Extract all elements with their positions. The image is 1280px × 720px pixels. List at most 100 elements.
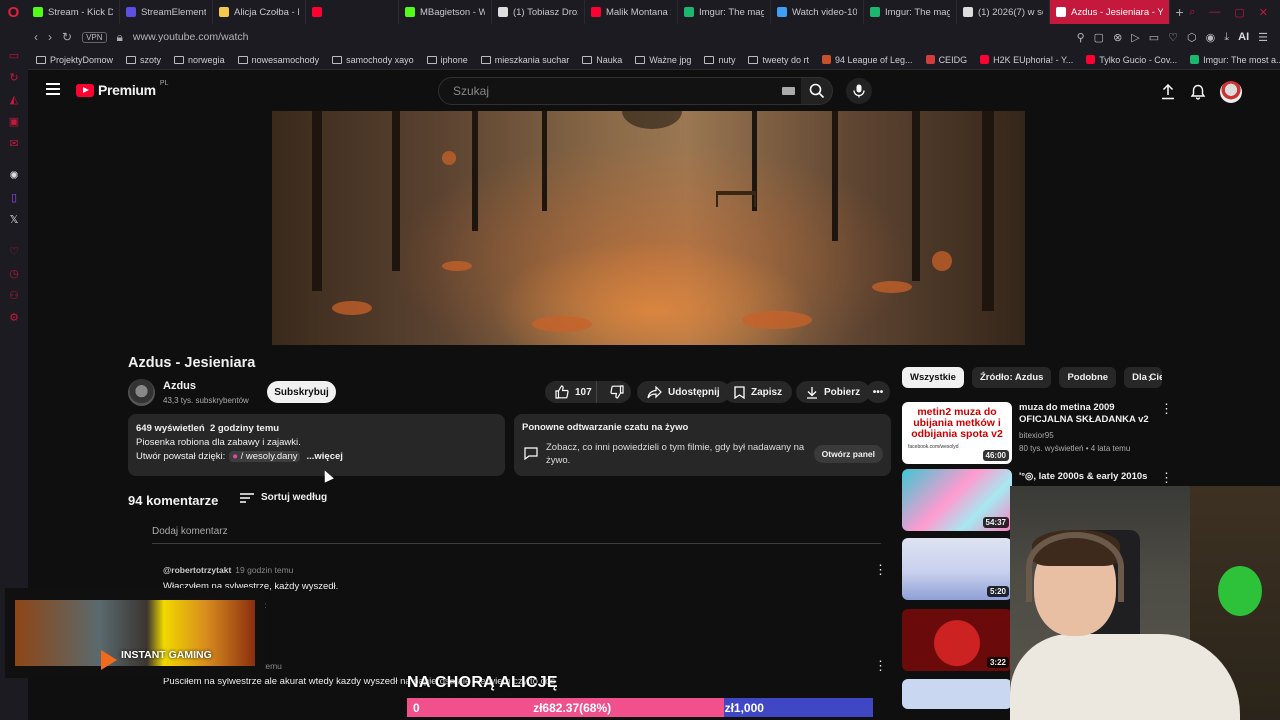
bookmark-item[interactable]: Tylko Gucio - Cov... [1086,55,1177,65]
x-icon[interactable]: 𝕏 [7,212,21,226]
bookmark-item[interactable]: szoty [126,55,161,65]
account-avatar[interactable] [1220,81,1242,103]
recommendation-title[interactable]: muza do metina 2009 OFICJALNA SKŁADANKA … [1019,402,1154,426]
recommendation-menu-icon[interactable]: ⋮ [1160,402,1173,415]
voice-search-button[interactable] [846,78,872,104]
open-panel-button[interactable]: Otwórz panel [813,445,883,463]
download-icon[interactable]: ⤓ [1224,31,1229,44]
bookmark-item[interactable]: mieszkania suchar [480,55,569,65]
recommendation-thumbnail[interactable]: 54:37 [902,469,1012,531]
box-icon[interactable]: ⬡ [1187,31,1197,44]
messenger-icon[interactable]: ▭ [7,48,21,62]
search-button[interactable] [801,77,833,105]
description-box[interactable]: 649 wyświetleń 2 godziny temu Piosenka r… [128,414,505,476]
browser-tab[interactable]: MBagietson - W [399,0,492,24]
browser-tab[interactable]: (1) Tobiasz Droz [492,0,585,24]
wallet-icon[interactable]: ▭ [1149,31,1159,44]
chatgpt-icon[interactable]: ✺ [7,168,21,182]
show-more-link[interactable]: ...więcej [306,451,342,462]
browser-tab[interactable]: Alicja Czołba - N [213,0,306,24]
chip-all[interactable]: Wszystkie [902,367,964,388]
camera-icon[interactable]: ◉ [1206,31,1216,44]
comment-author[interactable]: @robertotrzytakt [163,565,231,575]
browser-tab[interactable] [306,0,399,24]
menu-icon[interactable]: ☰ [1258,31,1268,44]
bookmark-item[interactable]: tweety do rt [748,55,809,65]
play-icon[interactable]: ▷ [1131,31,1139,44]
browser-tab[interactable]: Imgur: The mag [864,0,957,24]
clock-icon[interactable]: ◷ [7,266,21,280]
bookmarks-icon[interactable]: ♡ [7,244,21,258]
guide-menu-icon[interactable] [46,83,60,95]
pin-icon[interactable]: ⚲ [1077,31,1085,44]
forward-icon[interactable]: › [48,30,52,44]
aria-ai-button[interactable]: AI [1238,31,1249,44]
subscribe-button[interactable]: Subskrybuj [267,381,336,403]
chips-next-icon[interactable]: › [1148,371,1152,385]
twitch-icon[interactable]: ▯ [7,190,21,204]
youtube-logo[interactable]: Premium PL [76,80,168,98]
bookmark-item[interactable]: CEIDG [925,55,967,65]
bookmark-item[interactable]: iphone [426,55,468,65]
maximize-icon[interactable]: ▢ [1234,6,1244,19]
browser-tab[interactable]: Stream - Kick Da [27,0,120,24]
url-field[interactable]: www.youtube.com/watch [133,31,249,43]
comment-menu-icon[interactable]: ⋮ [874,659,887,672]
bookmark-item[interactable]: Imgur: The most a... [1190,55,1280,65]
browser-tab[interactable]: (1) 2026(7) w se [957,0,1050,24]
recommendation-menu-icon[interactable]: ⋮ [1160,471,1173,484]
chip-similar[interactable]: Podobne [1059,367,1117,388]
credit-tag[interactable]: ● / wesoly.dany [229,451,301,462]
bookmark-item[interactable]: samochody xayo [332,55,414,65]
extensions-icon[interactable]: ⚇ [7,288,21,302]
block-icon[interactable]: ⊗ [1113,31,1122,44]
like-button[interactable]: 107 [545,381,598,403]
bookmark-item[interactable]: ProjektyDomow [36,55,113,65]
more-actions-button[interactable]: ••• [866,381,890,403]
heart-icon[interactable]: ♡ [1168,31,1178,44]
browser-tab[interactable]: Watch video-10 [771,0,864,24]
bookmark-item[interactable]: norwegia [174,55,225,65]
bookmark-item[interactable]: Nauka [582,55,622,65]
bag-icon[interactable]: ◭ [7,92,21,106]
close-window-icon[interactable]: ✕ [1259,6,1268,19]
recommendation-thumbnail[interactable]: metin2 muza do ubijania metków i odbijan… [902,402,1012,464]
search-input[interactable] [453,84,763,98]
new-tab-button[interactable]: + [1170,4,1189,20]
notifications-bell-icon[interactable] [1190,84,1206,100]
video-overlay-button[interactable] [622,111,682,129]
dislike-button[interactable] [603,381,631,403]
recommendation-thumbnail[interactable]: 3:22 [902,609,1012,671]
channel-avatar[interactable] [128,379,155,406]
upload-icon[interactable] [1160,84,1176,100]
download-button[interactable]: Pobierz [796,381,871,403]
minimize-icon[interactable]: — [1209,6,1220,19]
search-tabs-icon[interactable]: ⌕ [1189,6,1195,19]
browser-tab[interactable]: StreamElements [120,0,213,24]
bookmark-item[interactable]: Ważne jpg [635,55,691,65]
reload-icon[interactable]: ↻ [62,30,72,44]
video-player[interactable] [272,111,1025,345]
recommendation-channel[interactable]: bitexior95 [1019,431,1054,440]
chip-for-you[interactable]: Dla Ciebie [1124,367,1163,388]
settings-icon[interactable]: ⚙ [7,310,21,324]
chip-source[interactable]: Źródło: Azdus [971,367,1052,388]
mail-icon[interactable]: ✉ [7,136,21,150]
browser-tab[interactable]: Imgur: The mag [678,0,771,24]
sort-comments-button[interactable]: Sortuj według [240,492,327,503]
gallery-icon[interactable]: ▣ [7,114,21,128]
snapshot-icon[interactable]: ▢ [1094,31,1104,44]
recommendation-title[interactable]: '°◎, late 2000s & early 2010s [1019,471,1154,483]
share-button[interactable]: Udostępnij [637,381,730,403]
bookmark-item[interactable]: 94 League of Leg... [821,55,913,65]
save-button[interactable]: Zapisz [724,381,793,403]
browser-tab[interactable]: Malik Montana x [585,0,678,24]
vpn-badge[interactable]: VPN [82,31,107,43]
keyboard-icon[interactable] [782,87,795,95]
bookmark-item[interactable]: nuty [704,55,735,65]
recommendation-thumbnail[interactable] [902,679,1012,709]
history-icon[interactable]: ↻ [7,70,21,84]
recommendation-thumbnail[interactable]: 5:20 [902,538,1012,600]
comment-menu-icon[interactable]: ⋮ [874,563,887,576]
add-comment-input[interactable]: Dodaj komentarz [152,526,881,544]
